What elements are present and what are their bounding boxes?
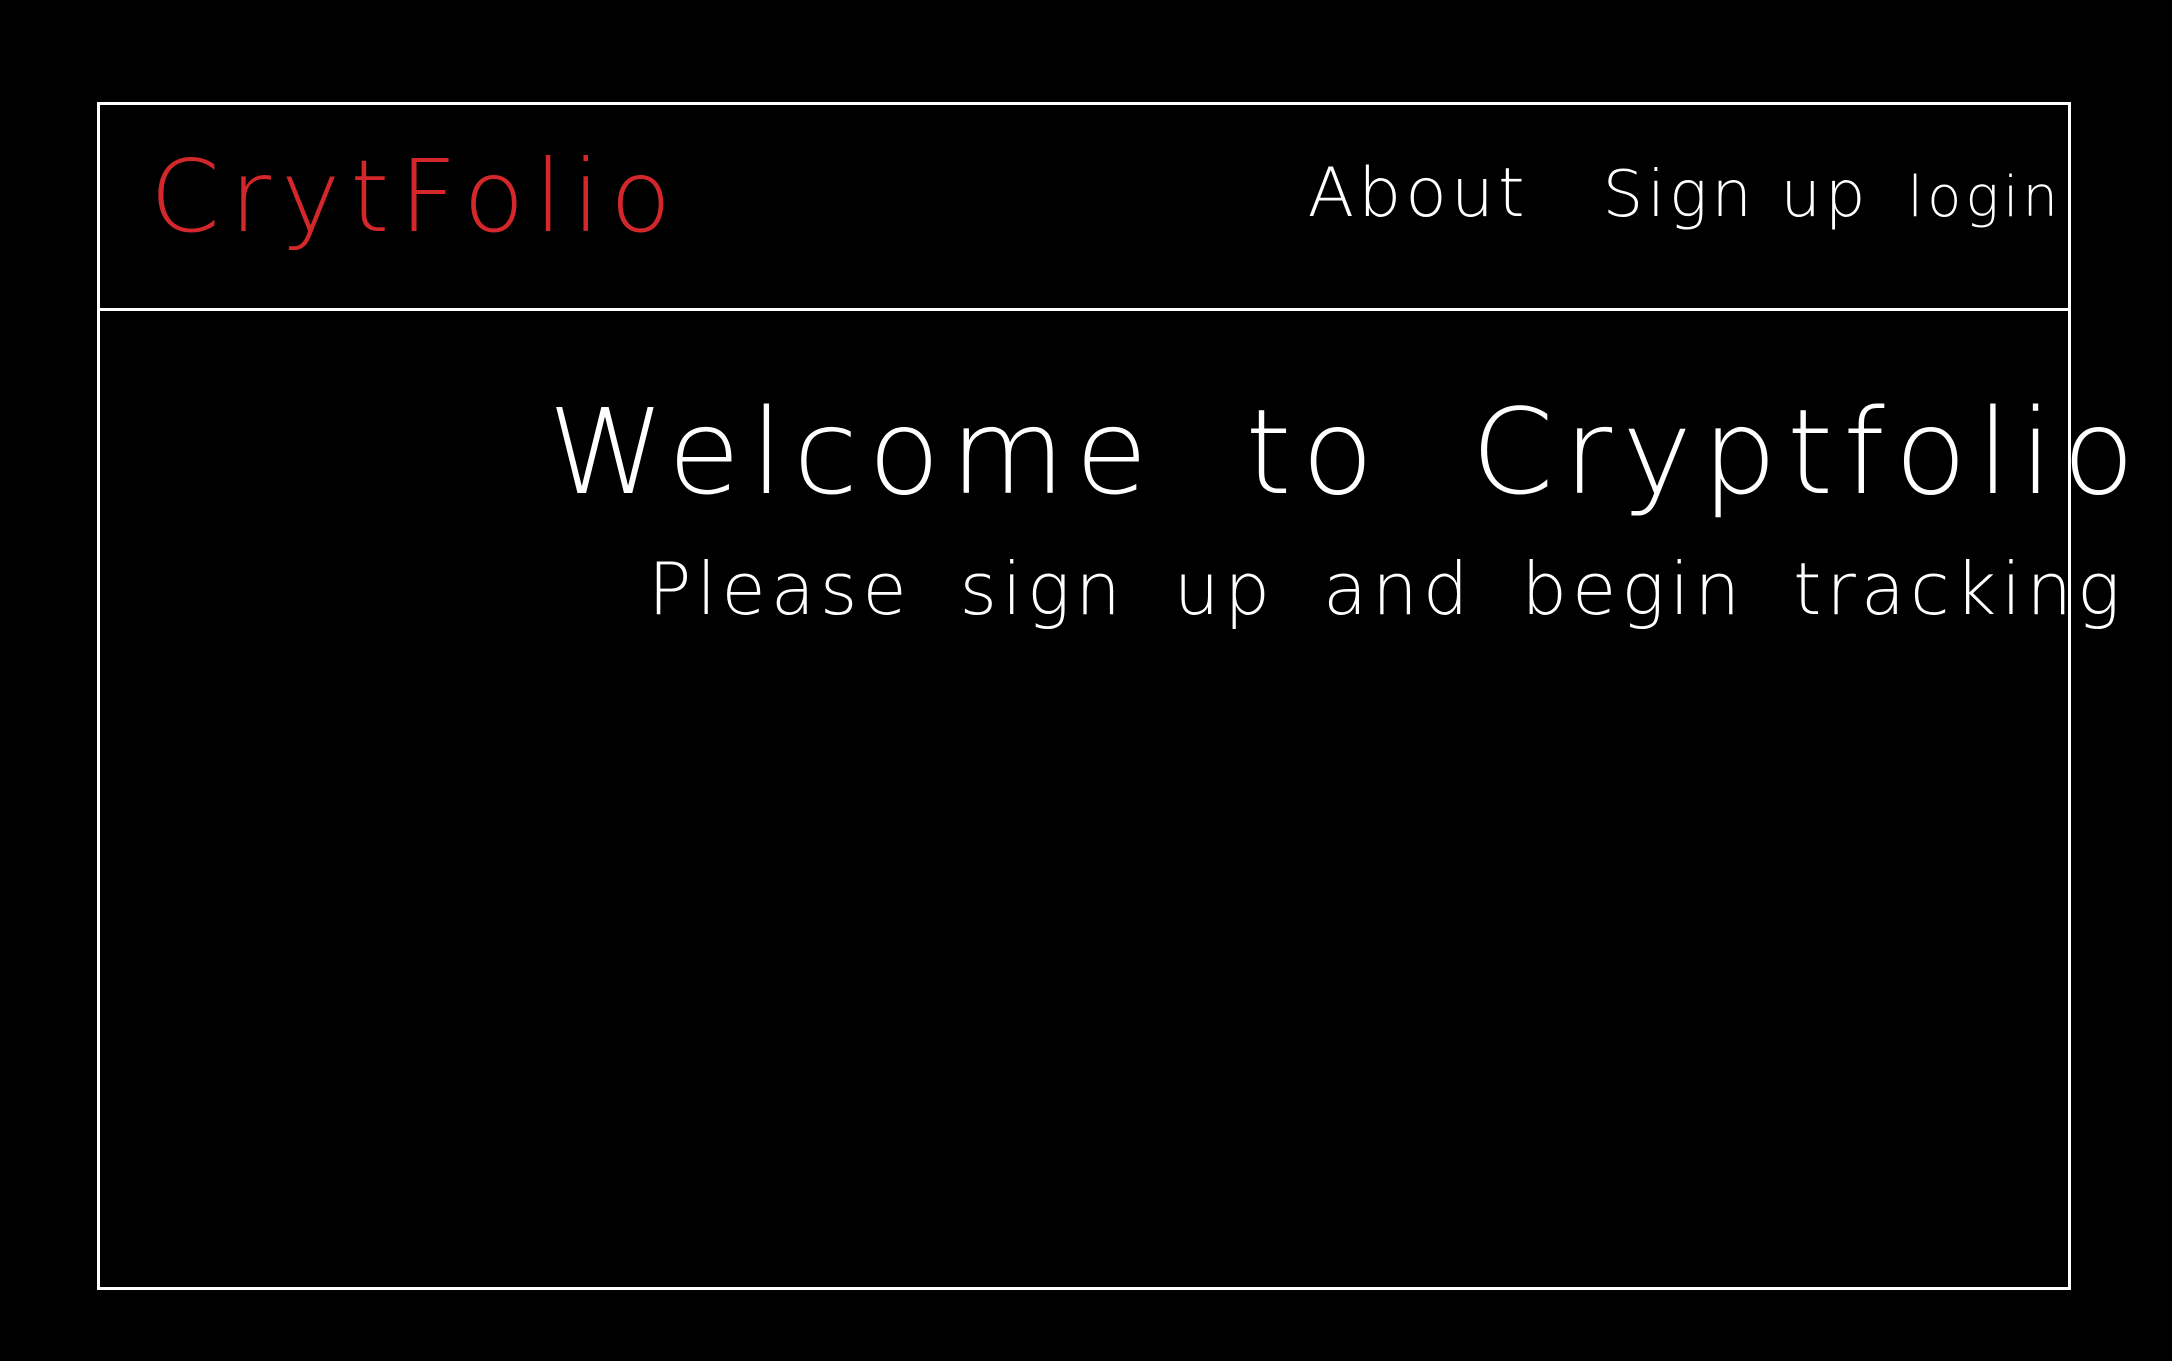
nav-signup-link[interactable]: Sign up <box>1603 163 1870 227</box>
top-nav: About Sign up login <box>1308 160 2062 228</box>
welcome-subheading: Please sign up and begin tracking <box>648 547 2126 631</box>
nav-login-link[interactable]: login <box>1908 170 2062 226</box>
page-frame: CrytFolio About Sign up login Welcome to… <box>97 102 2135 1290</box>
logo[interactable]: CrytFolio <box>150 147 681 247</box>
header-bar: CrytFolio About Sign up login <box>100 105 2068 311</box>
nav-about-link[interactable]: About <box>1308 160 1529 228</box>
welcome-heading: Welcome to Cryptfolio <box>548 383 2145 521</box>
